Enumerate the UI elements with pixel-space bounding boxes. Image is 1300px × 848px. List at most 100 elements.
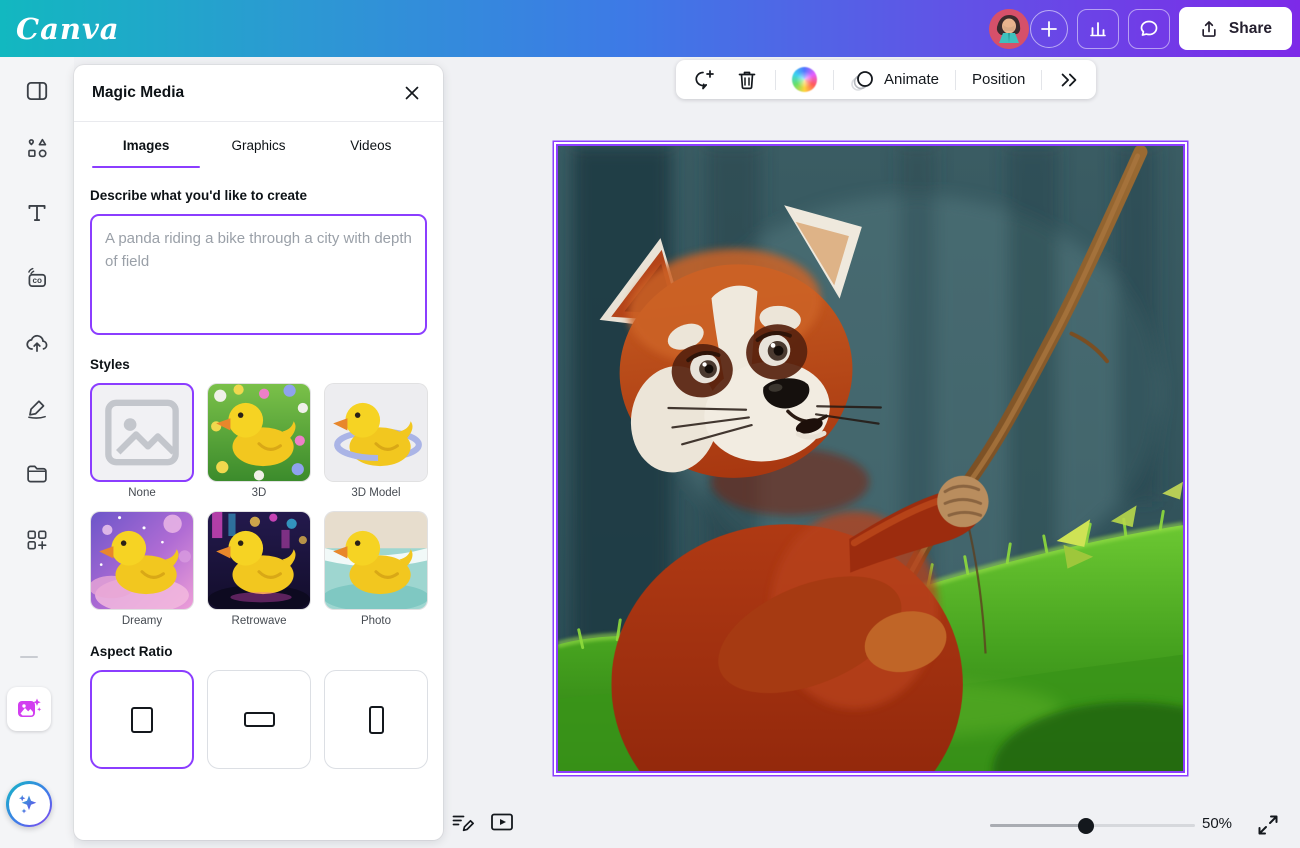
style-option-none[interactable]: None <box>90 383 194 499</box>
style-label: Retrowave <box>207 615 311 627</box>
zoom-slider[interactable] <box>990 824 1195 827</box>
comment-button[interactable] <box>689 65 719 95</box>
sidebar-item-brand[interactable]: co <box>17 258 57 298</box>
style-label: None <box>90 487 194 499</box>
close-panel-button[interactable] <box>399 80 425 106</box>
canvas-image[interactable] <box>556 144 1185 773</box>
tab-images[interactable]: Images <box>90 122 202 168</box>
sidebar-item-elements[interactable] <box>17 128 57 168</box>
style-thumb-3d-model <box>325 384 427 481</box>
tab-graphics[interactable]: Graphics <box>202 122 314 168</box>
present-play-icon <box>489 810 515 834</box>
color-picker-button[interactable] <box>789 64 820 95</box>
uploads-icon <box>24 330 50 356</box>
canva-logo[interactable]: Canva <box>16 12 120 46</box>
sidebar-item-apps[interactable] <box>17 520 57 560</box>
share-upload-icon <box>1199 19 1219 39</box>
insights-button[interactable] <box>1077 9 1119 49</box>
speech-bubble-icon <box>1138 18 1160 40</box>
avatar-illustration <box>989 9 1029 49</box>
position-label: Position <box>972 71 1025 88</box>
share-label: Share <box>1229 20 1272 38</box>
edit-toolbar: Animate Position <box>676 60 1096 99</box>
style-thumb-3d <box>208 384 310 481</box>
sidebar-item-draw[interactable] <box>17 388 57 428</box>
style-option-photo[interactable]: Photo <box>324 511 428 627</box>
sidebar-item-magic-media[interactable] <box>7 687 51 731</box>
present-button[interactable] <box>489 809 515 835</box>
style-option-retrowave[interactable]: Retrowave <box>207 511 311 627</box>
comments-button[interactable] <box>1128 9 1170 49</box>
trash-icon <box>735 68 759 92</box>
svg-text:co: co <box>32 276 42 285</box>
brand-icon: co <box>24 265 50 291</box>
more-tools-button[interactable] <box>1055 66 1083 94</box>
landscape-ratio-icon <box>244 712 275 727</box>
sidebar-item-projects[interactable] <box>17 454 57 494</box>
style-label: 3D Model <box>324 487 428 499</box>
styles-heading: Styles <box>90 357 427 372</box>
position-button[interactable]: Position <box>969 68 1028 91</box>
style-option-3d[interactable]: 3D <box>207 383 311 499</box>
text-icon <box>24 200 50 226</box>
topbar: Canva <box>0 0 1300 57</box>
style-label: 3D <box>207 487 311 499</box>
zoom-slider-thumb[interactable] <box>1078 818 1094 834</box>
design-icon <box>24 78 50 104</box>
style-option-dreamy[interactable]: Dreamy <box>90 511 194 627</box>
prompt-input[interactable] <box>90 214 427 335</box>
aspect-ratio-landscape[interactable] <box>207 670 311 769</box>
aspect-ratio-square[interactable] <box>90 670 194 769</box>
toolbar-divider <box>775 70 776 90</box>
notes-button[interactable] <box>449 809 475 835</box>
close-icon <box>404 85 420 101</box>
panel-title: Magic Media <box>92 84 184 102</box>
aspect-ratio-portrait[interactable] <box>324 670 428 769</box>
share-button[interactable]: Share <box>1179 7 1292 50</box>
sparkles-icon <box>16 791 42 817</box>
aspect-ratio-heading: Aspect Ratio <box>90 644 427 659</box>
color-wheel-icon <box>792 67 817 92</box>
magic-media-panel: Magic Media Images Graphics Videos Descr… <box>74 65 443 840</box>
add-button[interactable] <box>1030 10 1068 48</box>
elements-icon <box>24 135 50 161</box>
image-placeholder-icon <box>92 385 192 480</box>
magic-media-icon <box>15 695 43 723</box>
sidebar-item-design[interactable] <box>17 71 57 111</box>
animate-icon <box>850 68 876 92</box>
fullscreen-button[interactable] <box>1256 813 1280 837</box>
plus-icon <box>1039 19 1059 39</box>
tab-videos[interactable]: Videos <box>315 122 427 168</box>
panel-tabs: Images Graphics Videos <box>74 122 443 168</box>
styles-grid: None <box>90 383 427 627</box>
style-option-3d-model[interactable]: 3D Model <box>324 383 428 499</box>
zoom-slider-fill <box>990 824 1086 827</box>
toolbar-divider <box>833 70 834 90</box>
sidebar-item-text[interactable] <box>17 193 57 233</box>
style-thumb-dreamy <box>91 512 193 609</box>
expand-icon <box>1256 813 1280 837</box>
portrait-ratio-icon <box>369 706 384 734</box>
style-label: Dreamy <box>90 615 194 627</box>
panel-header: Magic Media <box>74 65 443 122</box>
zoom-level[interactable]: 50% <box>1202 815 1232 832</box>
delete-button[interactable] <box>732 65 762 95</box>
draw-icon <box>24 395 50 421</box>
notes-icon <box>450 810 474 834</box>
sidebar-divider <box>20 656 38 658</box>
sidebar: co <box>0 57 74 848</box>
style-label: Photo <box>324 615 428 627</box>
assistant-button[interactable] <box>6 781 52 827</box>
style-thumb-photo <box>325 512 427 609</box>
double-chevron-right-icon <box>1058 69 1080 91</box>
animate-button[interactable]: Animate <box>847 65 942 95</box>
style-thumb-retrowave <box>208 512 310 609</box>
toolbar-divider <box>1041 70 1042 90</box>
comment-plus-icon <box>692 68 716 92</box>
bar-chart-icon <box>1088 19 1108 39</box>
apps-icon <box>24 527 50 553</box>
aspect-ratio-grid <box>90 670 427 769</box>
toolbar-divider <box>955 70 956 90</box>
sidebar-item-uploads[interactable] <box>17 323 57 363</box>
avatar[interactable] <box>989 9 1029 49</box>
